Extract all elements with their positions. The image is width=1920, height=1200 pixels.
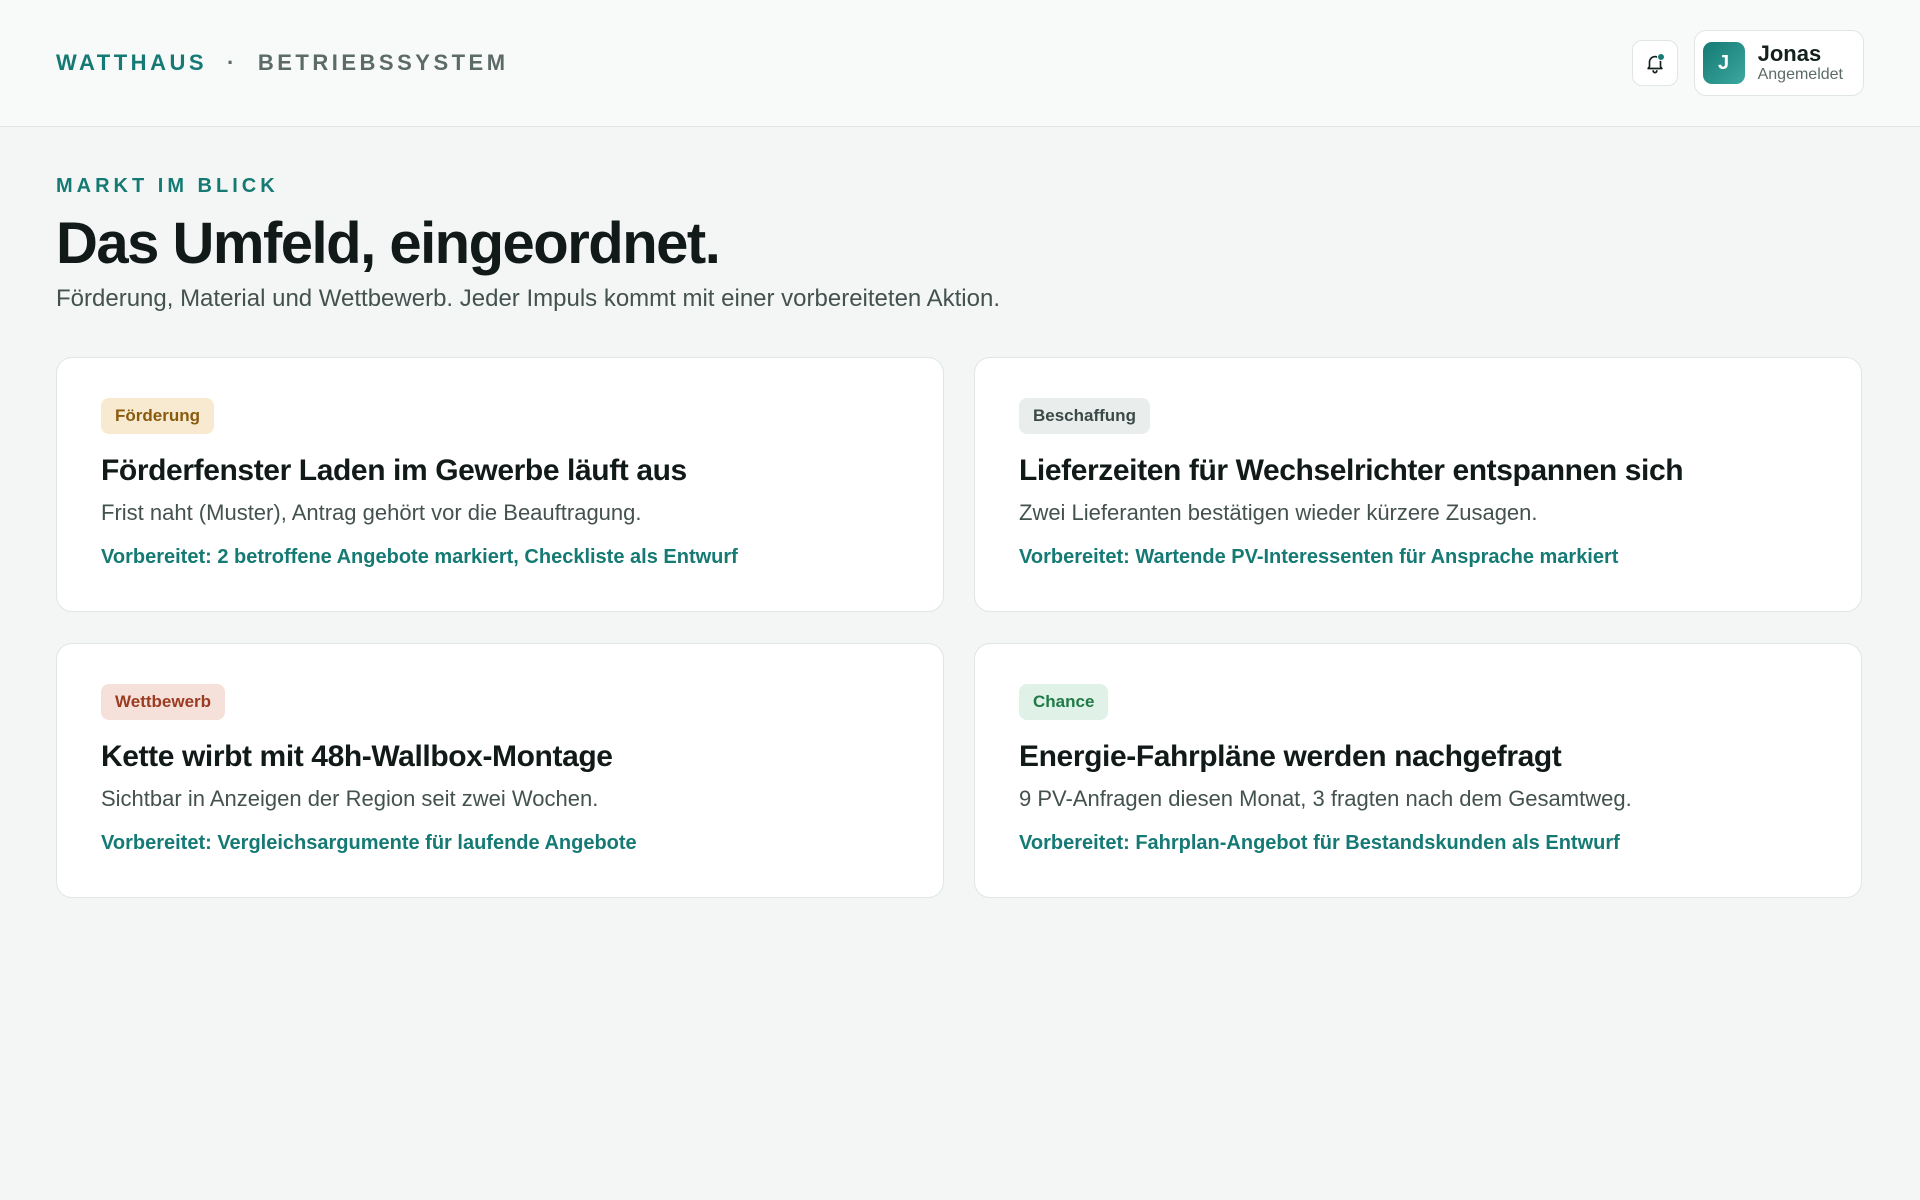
insight-grid: Förderung Förderfenster Laden im Gewerbe…	[56, 357, 1864, 898]
card-title: Förderfenster Laden im Gewerbe läuft aus	[101, 454, 687, 487]
prepared-action-link[interactable]: Vorbereitet: Wartende PV-Interessenten f…	[1019, 546, 1817, 569]
insight-card[interactable]: Wettbewerb Kette wirbt mit 48h-Wallbox-M…	[56, 643, 944, 898]
avatar: J	[1702, 42, 1745, 84]
brand-name: WATTHAUS	[56, 50, 208, 75]
card-description: Sichtbar in Anzeigen der Region seit zwe…	[101, 786, 599, 811]
section-eyebrow: MARKT IM BLICK	[56, 175, 279, 197]
category-tag: Beschaffung	[1019, 398, 1150, 434]
page-subtitle: Förderung, Material und Wettbewerb. Jede…	[56, 285, 1000, 312]
category-tag: Wettbewerb	[101, 684, 226, 720]
user-info: Jonas Angemeldet	[1758, 41, 1843, 85]
header-actions: J Jonas Angemeldet	[1631, 30, 1864, 96]
category-tag: Chance	[1019, 684, 1109, 720]
insight-card[interactable]: Beschaffung Lieferzeiten für Wechselrich…	[974, 357, 1862, 612]
category-tag: Förderung	[101, 398, 214, 434]
card-title: Kette wirbt mit 48h-Wallbox-Montage	[101, 740, 613, 773]
prepared-action-link[interactable]: Vorbereitet: Fahrplan-Angebot für Bestan…	[1019, 832, 1817, 855]
card-title: Energie-Fahrpläne werden nachgefragt	[1019, 740, 1562, 773]
notifications-button[interactable]	[1631, 40, 1678, 86]
prepared-action-link[interactable]: Vorbereitet: Vergleichsargumente für lau…	[101, 832, 899, 855]
top-bar: WATTHAUS · BETRIEBSSYSTEM J Jonas Angeme…	[0, 0, 1920, 127]
card-title: Lieferzeiten für Wechselrichter entspann…	[1019, 454, 1684, 487]
card-description: Zwei Lieferanten bestätigen wieder kürze…	[1019, 500, 1538, 525]
insight-card[interactable]: Förderung Förderfenster Laden im Gewerbe…	[56, 357, 944, 612]
card-description: 9 PV-Anfragen diesen Monat, 3 fragten na…	[1019, 786, 1632, 811]
user-name: Jonas	[1757, 41, 1822, 67]
insight-card[interactable]: Chance Energie-Fahrpläne werden nachgefr…	[974, 643, 1862, 898]
product-name: BETRIEBSSYSTEM	[257, 50, 509, 75]
card-description: Frist naht (Muster), Antrag gehört vor d…	[101, 500, 642, 525]
user-menu[interactable]: J Jonas Angemeldet	[1693, 30, 1864, 96]
prepared-action-link[interactable]: Vorbereitet: 2 betroffene Angebote marki…	[101, 546, 899, 569]
main-content: MARKT IM BLICK Das Umfeld, eingeordnet. …	[0, 127, 1920, 898]
notification-indicator	[1656, 53, 1665, 61]
brand-separator: ·	[227, 50, 238, 75]
page-title: Das Umfeld, eingeordnet.	[56, 211, 721, 276]
brand[interactable]: WATTHAUS · BETRIEBSSYSTEM	[56, 50, 509, 76]
user-status: Angemeldet	[1757, 66, 1843, 84]
